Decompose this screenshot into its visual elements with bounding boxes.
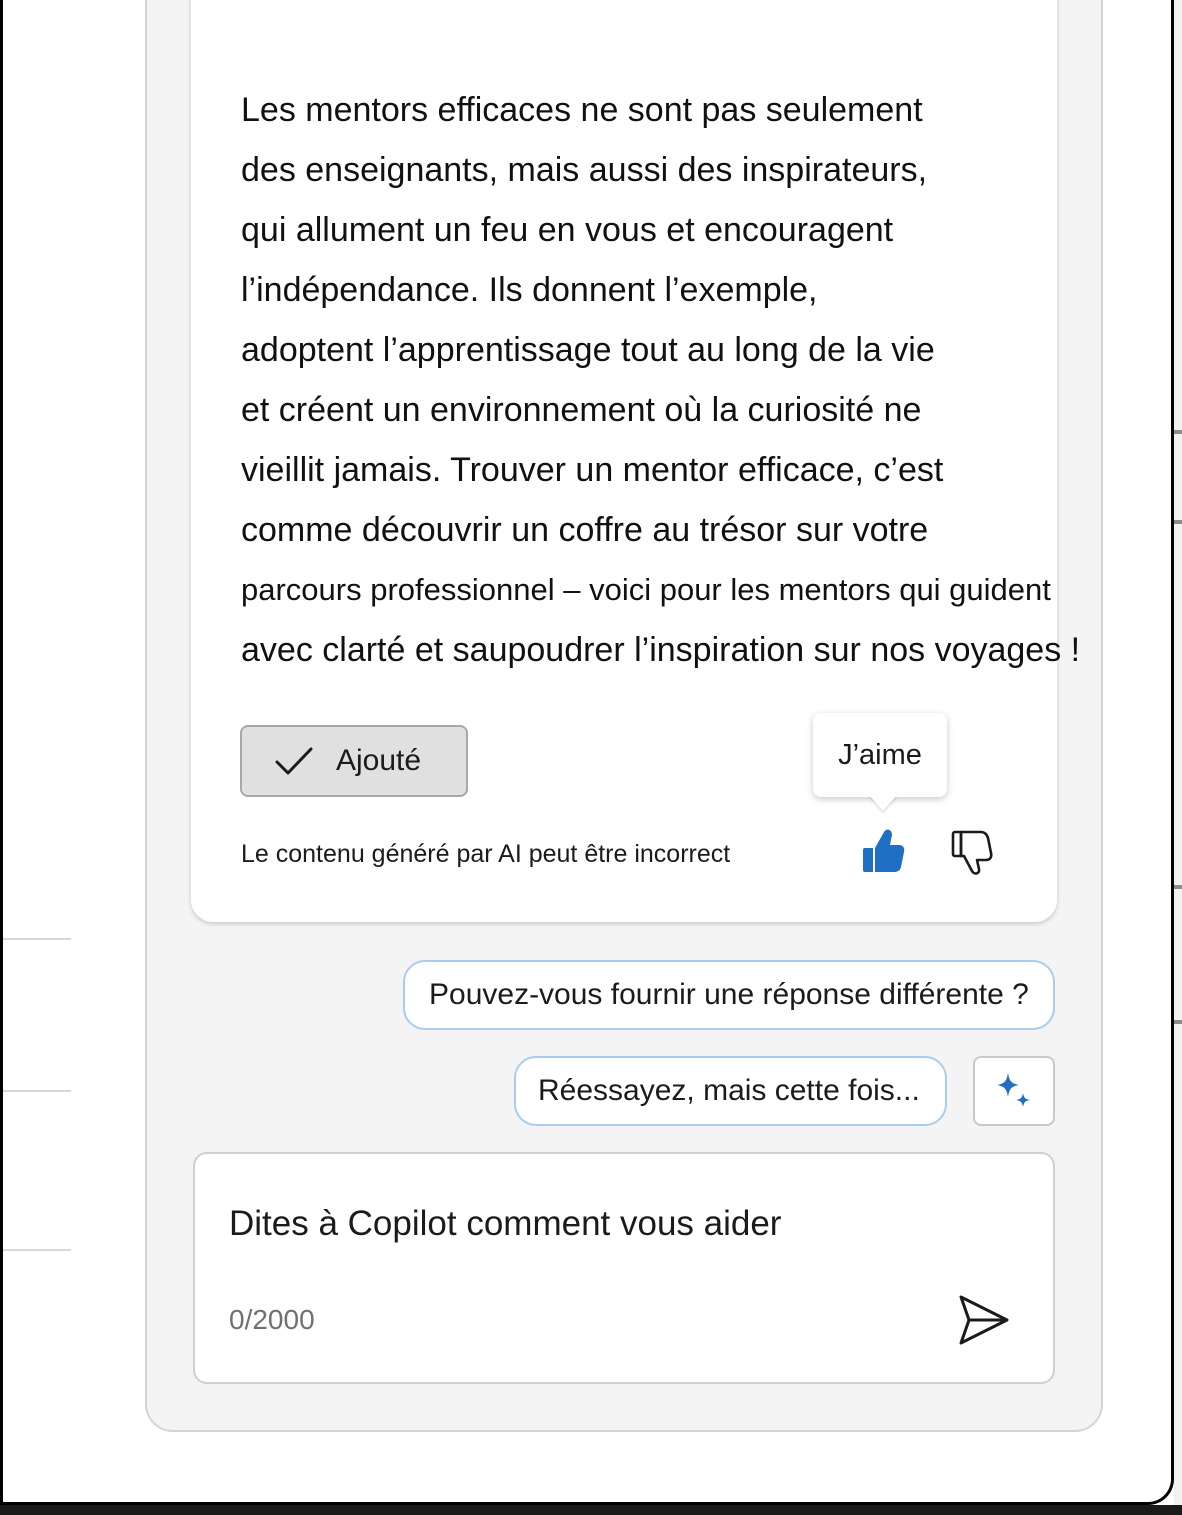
- suggestion-chip[interactable]: Pouvez-vous fournir une réponse différen…: [403, 960, 1055, 1030]
- response-line: Les mentors efficaces ne sont pas seulem…: [241, 91, 923, 129]
- character-counter: 0/2000: [229, 1304, 315, 1335]
- sparkle-icon: [997, 1073, 1030, 1107]
- thumbs-up-icon[interactable]: [859, 826, 907, 876]
- background-window-edge: [1174, 0, 1182, 1505]
- response-line: avec clarté et saupoudrer l’inspiration …: [241, 631, 1081, 669]
- copilot-window: Les mentors efficaces ne sont pas seulem…: [0, 0, 1174, 1505]
- like-tooltip-arrow: [869, 795, 897, 811]
- background-taskbar-edge: [0, 1505, 1182, 1515]
- background-mark: [1174, 430, 1182, 434]
- background-divider: [3, 938, 71, 940]
- response-line: l’indépendance. Ils donnent l’exemple,: [241, 271, 818, 309]
- background-mark: [1174, 520, 1182, 524]
- suggestion-chip-label: Réessayez, mais cette fois...: [538, 1074, 920, 1107]
- composer-box: [193, 1152, 1055, 1384]
- like-tooltip-label: J’aime: [838, 738, 922, 771]
- response-line: et créent un environnement où la curiosi…: [241, 391, 922, 429]
- response-line: adoptent l’apprentissage tout au long de…: [241, 331, 935, 369]
- added-button[interactable]: Ajouté: [240, 725, 468, 797]
- response-line: comme découvrir un coffre au trésor sur …: [241, 511, 929, 549]
- checkmark-icon: [275, 747, 313, 775]
- thumbs-down-icon[interactable]: [949, 828, 995, 876]
- background-mark: [1174, 885, 1182, 889]
- background-divider: [3, 1249, 71, 1251]
- prompt-input[interactable]: [229, 1196, 989, 1252]
- background-divider: [3, 1090, 71, 1092]
- suggestion-chip-label: Pouvez-vous fournir une réponse différen…: [429, 978, 1029, 1011]
- send-icon[interactable]: [955, 1292, 1013, 1348]
- suggestion-chip[interactable]: Réessayez, mais cette fois...: [514, 1056, 947, 1126]
- response-line: vieillit jamais. Trouver un mentor effic…: [241, 451, 944, 489]
- ai-disclaimer: Le contenu généré par AI peut être incor…: [241, 840, 731, 868]
- response-line: des enseignants, mais aussi des inspirat…: [241, 151, 928, 189]
- response-line: qui allument un feu en vous et encourage…: [241, 211, 894, 249]
- like-tooltip: J’aime: [813, 713, 947, 797]
- sparkle-prompt-button[interactable]: [973, 1056, 1055, 1126]
- background-mark: [1174, 1020, 1182, 1024]
- added-button-label: Ajouté: [336, 744, 422, 777]
- response-text: Les mentors efficaces ne sont pas seulem…: [241, 80, 1161, 680]
- response-line: parcours professionnel – voici pour les …: [241, 572, 1051, 607]
